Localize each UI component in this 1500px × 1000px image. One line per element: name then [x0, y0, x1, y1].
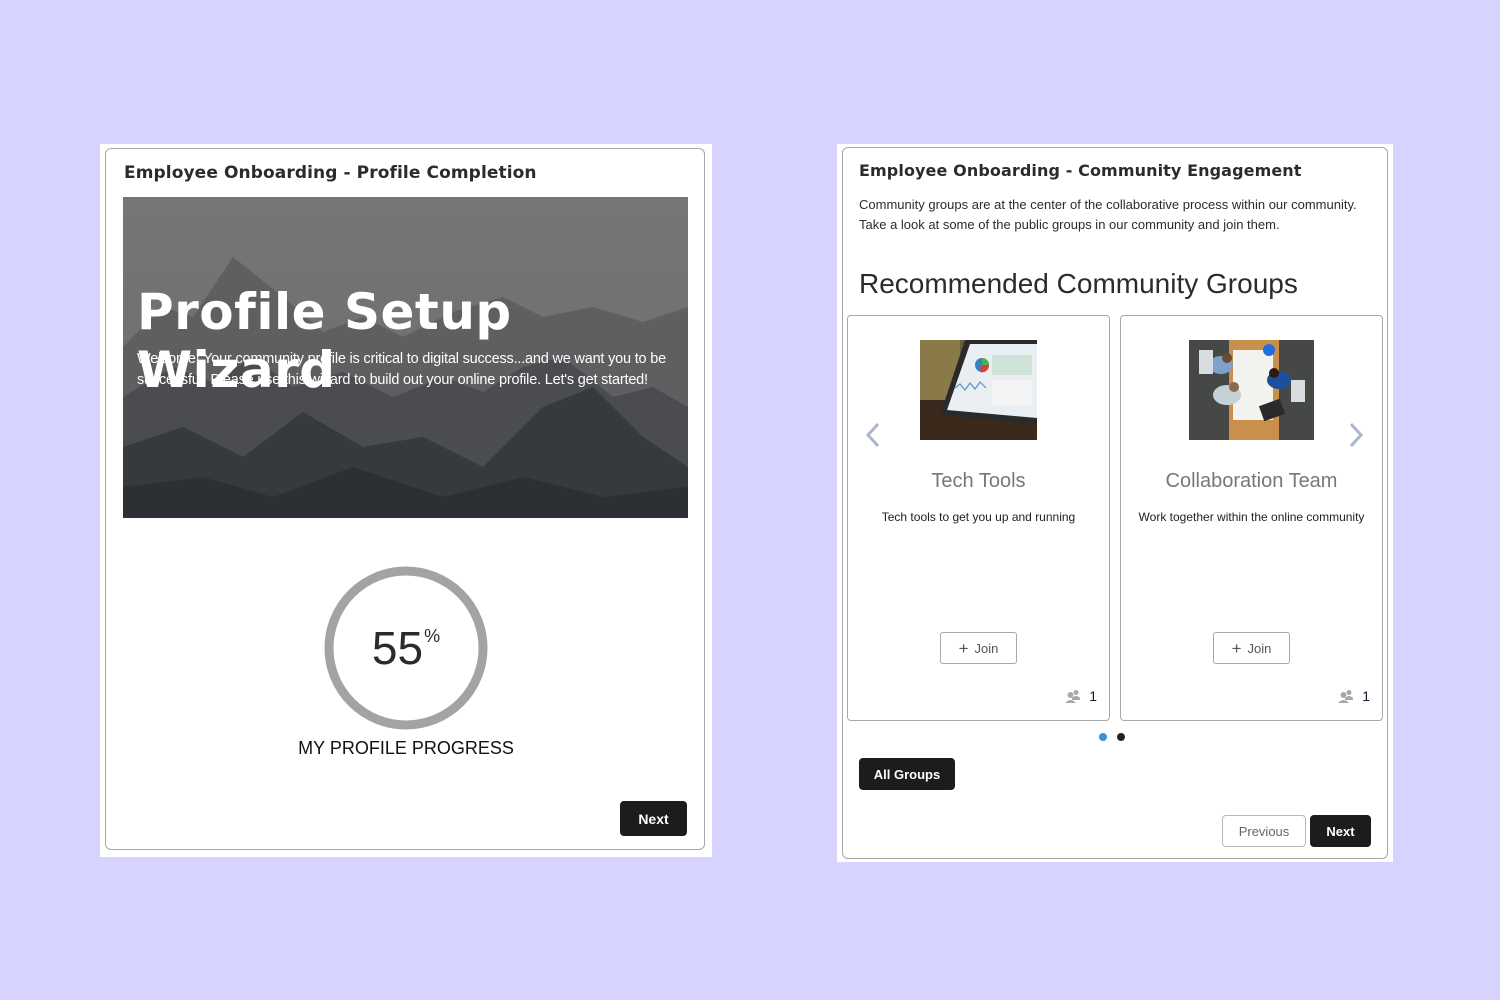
team-meeting-image [1189, 340, 1314, 440]
next-button[interactable]: Next [620, 801, 687, 836]
carousel-dot-active[interactable] [1099, 733, 1107, 741]
join-label: Join [974, 640, 999, 656]
member-count: 1 [1065, 688, 1097, 704]
progress-number: 55 [371, 622, 424, 674]
members-icon [1338, 690, 1354, 703]
profile-completion-panel: Employee Onboarding - Profile Completion… [100, 144, 712, 857]
next-button[interactable]: Next [1310, 815, 1371, 847]
group-card[interactable]: Collaboration Team Work together within … [1120, 315, 1383, 721]
previous-button[interactable]: Previous [1222, 815, 1306, 847]
group-description: Work together within the online communit… [1138, 510, 1365, 524]
members-icon [1065, 690, 1081, 703]
group-name[interactable]: Collaboration Team [1121, 470, 1382, 493]
member-count-value: 1 [1362, 688, 1370, 704]
all-groups-button[interactable]: All Groups [859, 758, 955, 790]
section-title: Recommended Community Groups [859, 268, 1298, 299]
join-button[interactable]: + Join [1213, 632, 1290, 664]
carousel-prev-arrow-icon[interactable] [863, 420, 885, 450]
tablet-analytics-image [920, 340, 1037, 440]
group-description: Tech tools to get you up and running [881, 510, 1076, 524]
percent-sign: % [424, 626, 441, 646]
hero-description: Welcome! Your community profile is criti… [137, 351, 666, 388]
member-count-value: 1 [1089, 688, 1097, 704]
intro-text: Community groups are at the center of th… [859, 197, 1357, 232]
profile-completion-card: Employee Onboarding - Profile Completion… [105, 148, 705, 850]
member-count: 1 [1338, 688, 1370, 704]
profile-progress-ring: 55% [321, 563, 491, 733]
carousel-dot[interactable] [1117, 733, 1125, 741]
community-engagement-card: Employee Onboarding - Community Engageme… [842, 147, 1388, 859]
community-engagement-panel: Employee Onboarding - Community Engageme… [837, 144, 1393, 862]
group-name[interactable]: Tech Tools [848, 470, 1109, 493]
progress-value: 55% [321, 621, 491, 675]
carousel-indicator [1099, 733, 1125, 741]
card-title: Employee Onboarding - Profile Completion [124, 163, 537, 183]
progress-label: MY PROFILE PROGRESS [298, 738, 514, 758]
carousel-next-arrow-icon[interactable] [1345, 420, 1367, 450]
hero-banner: Profile Setup Wizard Welcome! Your commu… [123, 197, 688, 518]
card-title: Employee Onboarding - Community Engageme… [859, 161, 1302, 180]
join-button[interactable]: + Join [940, 632, 1017, 664]
plus-icon: + [1231, 638, 1242, 658]
group-card[interactable]: Tech Tools Tech tools to get you up and … [847, 315, 1110, 721]
plus-icon: + [958, 638, 969, 658]
join-label: Join [1247, 640, 1272, 656]
